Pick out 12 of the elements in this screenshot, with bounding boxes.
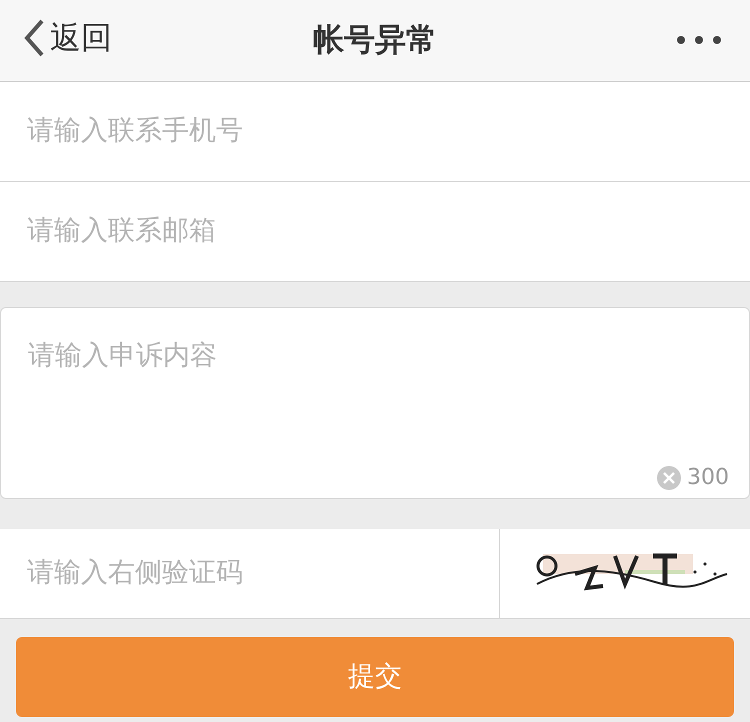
- more-icon[interactable]: [676, 35, 722, 45]
- page-title: 帐号异常: [313, 21, 437, 60]
- input-field[interactable]: 请输入联系邮箱: [0, 182, 750, 282]
- text-area[interactable]: 请输入申诉内容: [1, 308, 749, 458]
- chevron-left-icon: [22, 18, 46, 58]
- back-button[interactable]: 返回: [22, 18, 112, 58]
- submit-button[interactable]: 提交: [16, 637, 734, 717]
- text-input[interactable]: 请输入联系手机号: [27, 111, 723, 152]
- character-counter: 300: [687, 464, 729, 492]
- complaint-field[interactable]: 请输入申诉内容 300: [0, 307, 750, 499]
- text-input[interactable]: 请输入联系邮箱: [27, 211, 723, 252]
- input-field[interactable]: 请输入联系手机号: [0, 82, 750, 182]
